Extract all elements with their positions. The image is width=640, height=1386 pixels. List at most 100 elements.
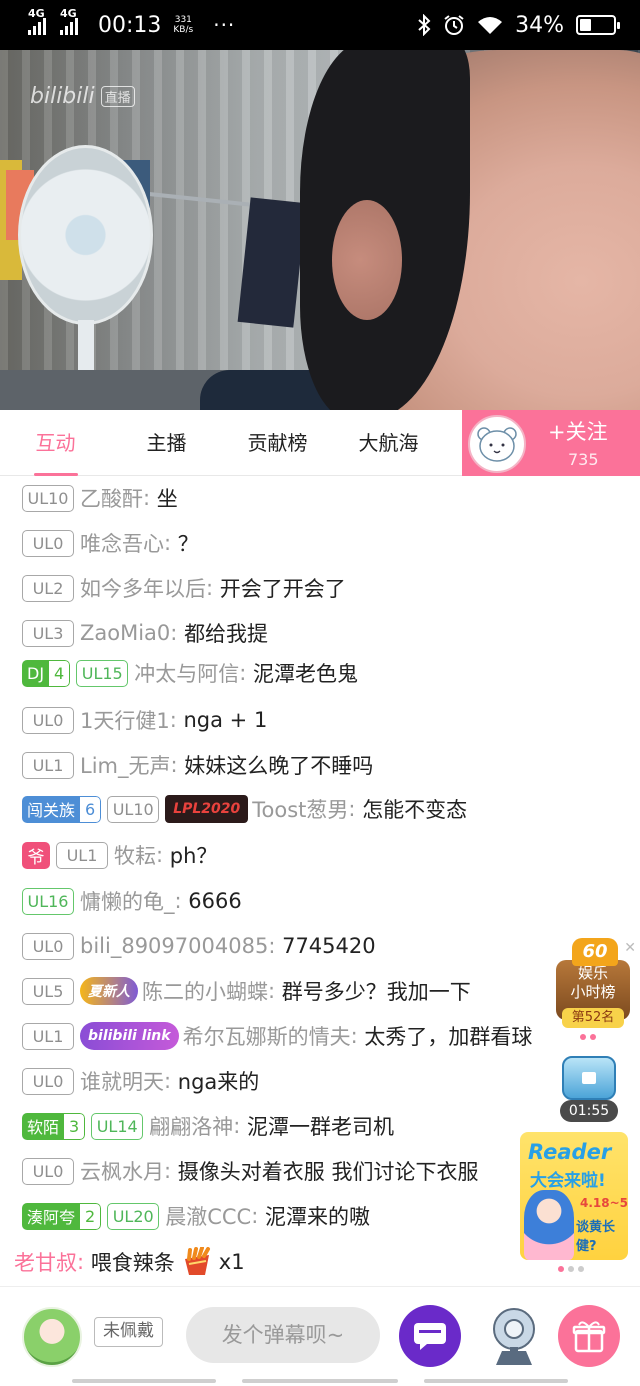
chat-message: UL16 慵懒的龟_: 6666 — [22, 884, 242, 918]
chat-username[interactable]: 牧耘 — [114, 840, 156, 870]
fan-medal-name: 湊阿夸 — [22, 1202, 81, 1230]
chat-username[interactable]: 希尔瓦娜斯的情夫 — [183, 1021, 351, 1051]
chat-username[interactable]: bili_89097004085 — [80, 934, 268, 958]
banner-pager-dots — [558, 1266, 584, 1272]
user-level-badge: UL16 — [22, 887, 74, 915]
chat-username[interactable]: Lim_无声 — [80, 750, 171, 780]
rank-title: 小时榜 — [570, 983, 616, 1001]
fan-medal-level: 6 — [80, 795, 102, 823]
fan-medal-level: 3 — [64, 1112, 86, 1140]
follow-button[interactable]: +关注 735 — [462, 410, 640, 476]
network-speed-value: 331 — [174, 15, 192, 25]
chat-text: nga + 1 — [183, 708, 268, 732]
follower-count: 735 — [568, 450, 599, 469]
chat-username[interactable]: 慵懒的龟_ — [80, 886, 175, 916]
chat-username[interactable]: 冲太与阿信 — [134, 658, 239, 688]
chat-text: 都给我提 — [184, 622, 269, 646]
chat-message: UL0 谁就明天: nga来的 — [22, 1064, 259, 1098]
tab-bar: 互动 主播 贡献榜 大航海 +关注 735 — [0, 410, 640, 476]
chat-text: 泥潭老色鬼 — [253, 662, 358, 686]
chat-bubble-button[interactable] — [399, 1305, 461, 1367]
chat-username[interactable]: 唯念吾心 — [80, 528, 164, 558]
user-level-badge: UL1 — [22, 1022, 74, 1050]
fan-medal[interactable]: 软陌 3 — [22, 1112, 86, 1140]
user-level-badge: UL20 — [107, 1202, 160, 1230]
fan-medal[interactable]: 湊阿夸 2 — [22, 1202, 102, 1230]
tab-interaction[interactable]: 互动 — [0, 410, 111, 476]
fan-image — [18, 145, 153, 325]
message-icon — [414, 1323, 446, 1350]
tab-guard[interactable]: 大航海 — [333, 410, 444, 476]
status-bar: 4G 4G 00:13 331 KB/s ··· 34% — [0, 0, 640, 50]
chat-username[interactable]: Toost葱男 — [252, 794, 348, 824]
treasure-box-timer: 01:55 — [560, 1100, 618, 1122]
nav-indicator — [72, 1379, 216, 1383]
bilibili-watermark: bilibili 直播 — [30, 84, 135, 109]
user-level-badge: UL1 — [22, 751, 74, 779]
gift-sender[interactable]: 老甘叔 — [14, 1247, 77, 1277]
chat-username[interactable]: ZaoMia0 — [80, 621, 170, 645]
fan-medal[interactable]: 闯关族 6 — [22, 795, 102, 823]
chat-text: 群号多少？我加一下 — [281, 980, 471, 1004]
grandpa-badge-icon: 爷 — [22, 841, 50, 869]
chat-message: UL0 云枫水月: 摄像头对着衣服 我们讨论下衣服 — [22, 1154, 478, 1188]
rank-crown-badge: 60 — [572, 938, 618, 966]
chat-message: 软陌 3 UL14 翩翩洛神: 泥潭一群老司机 — [22, 1109, 394, 1143]
chat-message: UL0 bili_89097004085: 7745420 — [22, 929, 376, 963]
event-banner[interactable]: Reader 大会来啦! 4.18~5.1 谈黄长健? — [520, 1132, 628, 1260]
chat-username[interactable]: 如今多年以后 — [80, 573, 206, 603]
user-level-badge: UL5 — [22, 977, 74, 1005]
chat-message: UL10 乙酸酐: 坐 — [22, 481, 178, 515]
chat-text: 太秀了，加群看球 — [364, 1025, 533, 1049]
chat-message: 爷 UL1 牧耘: ph？ — [22, 838, 217, 872]
chat-username[interactable]: 1天行健1 — [80, 705, 170, 735]
danmaku-input[interactable]: 发个弹幕呗~ — [186, 1307, 380, 1363]
alarm-icon — [444, 15, 464, 35]
medal-selector[interactable]: 未佩戴 — [94, 1317, 163, 1347]
user-level-badge: UL15 — [76, 659, 129, 687]
user-level-badge: UL0 — [22, 932, 74, 960]
chat-username[interactable]: 云枫水月 — [80, 1156, 164, 1186]
award-stage-button[interactable] — [482, 1301, 546, 1371]
chat-text: 摄像头对着衣服 我们讨论下衣服 — [177, 1160, 479, 1184]
fan-medal-name: 闯关族 — [22, 795, 81, 823]
bluetooth-icon — [418, 14, 431, 36]
chat-message: 闯关族 6 UL10 LPL2020 Toost葱男: 怎能不变态 — [22, 792, 467, 826]
chat-text: ？ — [177, 532, 199, 556]
chat-username[interactable]: 谁就明天 — [80, 1066, 164, 1096]
stage-lamp-icon — [493, 1308, 535, 1365]
chat-username[interactable]: 晨澈CCC — [165, 1201, 251, 1231]
treasure-box-widget[interactable]: 01:55 — [558, 1056, 620, 1122]
follow-label: +关注 — [548, 420, 608, 444]
fan-medal[interactable]: DJ 4 — [22, 659, 71, 687]
user-level-badge: UL0 — [22, 706, 74, 734]
chat-username[interactable]: 翩翩洛神 — [149, 1111, 233, 1141]
chat-message: UL1 Lim_无声: 妹妹这么晚了不睡吗 — [22, 748, 373, 782]
chat-text: 泥潭一群老司机 — [246, 1115, 394, 1139]
hourly-rank-widget[interactable]: 娱乐 小时榜 60 第52名 ✕ — [552, 938, 636, 1028]
chat-text: 泥潭来的嗷 — [264, 1205, 370, 1229]
close-icon[interactable]: ✕ — [624, 940, 636, 956]
chat-username[interactable]: 陈二的小蝴蝶 — [142, 976, 268, 1006]
chat-text: nga来的 — [177, 1070, 260, 1094]
user-level-badge: UL1 — [56, 841, 108, 869]
tab-contribution-rank[interactable]: 贡献榜 — [222, 410, 333, 476]
gift-button[interactable] — [558, 1305, 620, 1367]
user-level-badge: UL2 — [22, 574, 74, 602]
streamer-avatar[interactable] — [468, 415, 526, 473]
rank-category: 娱乐 — [577, 964, 608, 982]
bottom-bar: 未佩戴 发个弹幕呗~ — [0, 1286, 640, 1386]
live-video[interactable]: bilibili 直播 — [0, 50, 640, 410]
gift-count: x1 — [218, 1250, 245, 1274]
user-level-badge: UL0 — [22, 1157, 74, 1185]
fan-medal-name: 软陌 — [22, 1112, 65, 1140]
signal-icon: 4G — [28, 7, 54, 35]
tab-streamer[interactable]: 主播 — [111, 410, 222, 476]
watermark-tag: 直播 — [100, 86, 135, 107]
my-avatar[interactable] — [22, 1307, 82, 1367]
rank-place: 第52名 — [562, 1008, 624, 1028]
user-level-badge: UL10 — [107, 795, 160, 823]
chat-message: UL0 唯念吾心: ？ — [22, 526, 199, 560]
chat-message: 湊阿夸 2 UL20 晨澈CCC: 泥潭来的嗷 — [22, 1199, 370, 1233]
chat-username[interactable]: 乙酸酐 — [80, 483, 143, 513]
